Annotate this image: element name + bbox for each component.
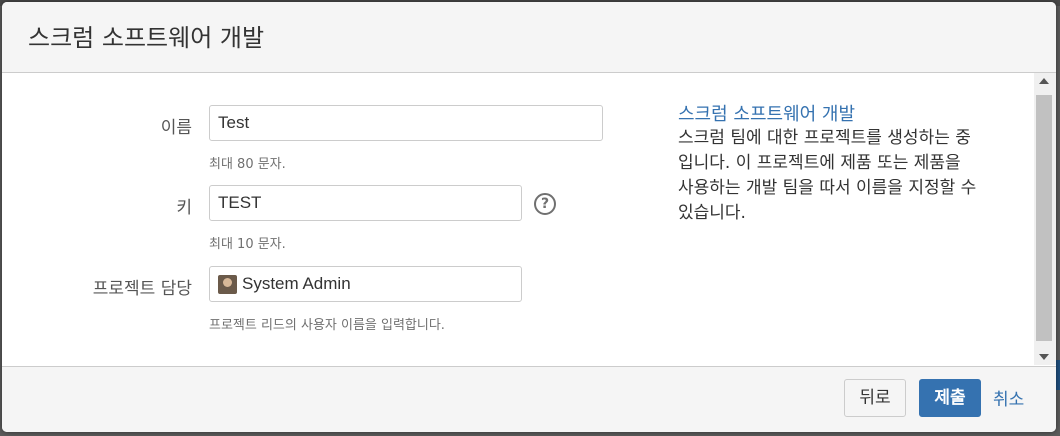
project-type-title: 스크럼 소프트웨어 개발 bbox=[678, 104, 856, 125]
avatar bbox=[218, 275, 237, 294]
scroll-down-arrow-icon[interactable] bbox=[1039, 354, 1049, 360]
key-input[interactable]: TEST bbox=[209, 185, 522, 221]
submit-button[interactable]: 제출 bbox=[919, 379, 981, 417]
project-type-description: 스크럼 팀에 대한 프로젝트를 생성하는 중 입니다. 이 프로젝트에 제품 또… bbox=[678, 126, 1013, 226]
dialog-title: 스크럼 소프트웨어 개발 bbox=[28, 24, 265, 52]
scroll-thumb[interactable] bbox=[1036, 95, 1052, 341]
project-lead-label: 프로젝트 담당 bbox=[92, 279, 192, 299]
description-line: 입니다. 이 프로젝트에 제품 또는 제품을 bbox=[678, 153, 961, 173]
name-description: 최대 80 문자. bbox=[209, 157, 286, 172]
project-lead-value: System Admin bbox=[242, 274, 351, 293]
dialog-scrollbar[interactable] bbox=[1034, 73, 1056, 365]
project-lead-input[interactable]: System Admin bbox=[209, 266, 522, 302]
dialog-header: 스크럼 소프트웨어 개발 bbox=[2, 2, 1056, 73]
description-line: 스크럼 팀에 대한 프로젝트를 생성하는 중 bbox=[678, 128, 971, 148]
question-circle-icon[interactable]: ? bbox=[534, 193, 556, 215]
dialog-footer: 뒤로 제출 취소 bbox=[2, 366, 1056, 432]
scroll-up-arrow-icon[interactable] bbox=[1039, 78, 1049, 84]
name-input[interactable]: Test bbox=[209, 105, 603, 141]
description-line: 있습니다. bbox=[678, 203, 746, 223]
key-description: 최대 10 문자. bbox=[209, 237, 286, 252]
create-project-dialog: 스크럼 소프트웨어 개발 이름 Test 최대 80 문자. 키 TEST ? … bbox=[2, 2, 1056, 432]
key-label: 키 bbox=[176, 198, 192, 218]
dialog-body: 이름 Test 최대 80 문자. 키 TEST ? 최대 10 문자. 프로젝… bbox=[2, 73, 1032, 365]
cancel-link[interactable]: 취소 bbox=[993, 385, 1024, 410]
description-line: 사용하는 개발 팀을 따서 이름을 지정할 수 bbox=[678, 178, 977, 198]
project-lead-description: 프로젝트 리드의 사용자 이름을 입력합니다. bbox=[209, 318, 445, 333]
name-label: 이름 bbox=[160, 118, 192, 138]
back-button[interactable]: 뒤로 bbox=[844, 379, 906, 417]
